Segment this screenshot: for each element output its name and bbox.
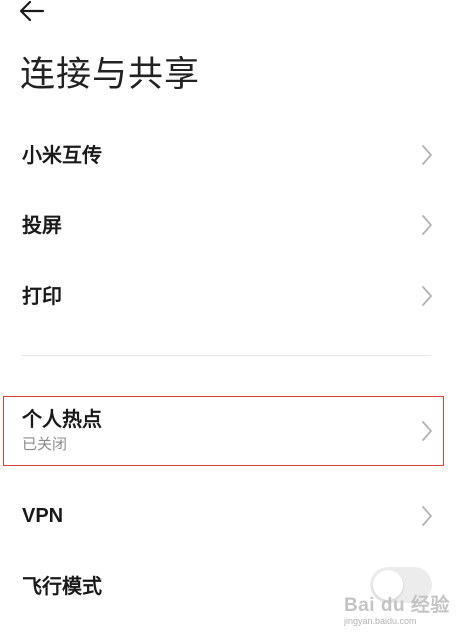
page-title: 连接与共享 — [20, 55, 201, 95]
list-item-xiaomi-share[interactable]: 小米互传 — [0, 122, 457, 188]
airplane-mode-toggle[interactable] — [370, 567, 432, 603]
list-item-label: 小米互传 — [22, 143, 102, 167]
list-item-label: 投屏 — [22, 213, 62, 237]
list-item-label: 个人热点 — [22, 407, 102, 431]
chevron-right-icon — [422, 286, 432, 306]
section-divider — [22, 355, 431, 356]
list-item-personal-hotspot[interactable]: 个人热点 已关闭 — [0, 396, 457, 466]
chevron-right-icon — [422, 421, 432, 441]
back-button[interactable] — [18, 0, 58, 24]
list-item-label: VPN — [22, 505, 64, 527]
arrow-left-icon — [19, 0, 45, 22]
chevron-right-icon — [422, 145, 432, 165]
chevron-right-icon — [422, 215, 432, 235]
list-item-print[interactable]: 打印 — [0, 263, 457, 329]
toggle-knob — [373, 570, 403, 600]
list-item-label: 飞行模式 — [22, 574, 102, 598]
list-item-status: 已关闭 — [22, 435, 68, 453]
list-item-vpn[interactable]: VPN — [0, 483, 457, 549]
chevron-right-icon — [422, 506, 432, 526]
list-item-label: 打印 — [22, 284, 62, 308]
list-item-screen-cast[interactable]: 投屏 — [0, 192, 457, 258]
